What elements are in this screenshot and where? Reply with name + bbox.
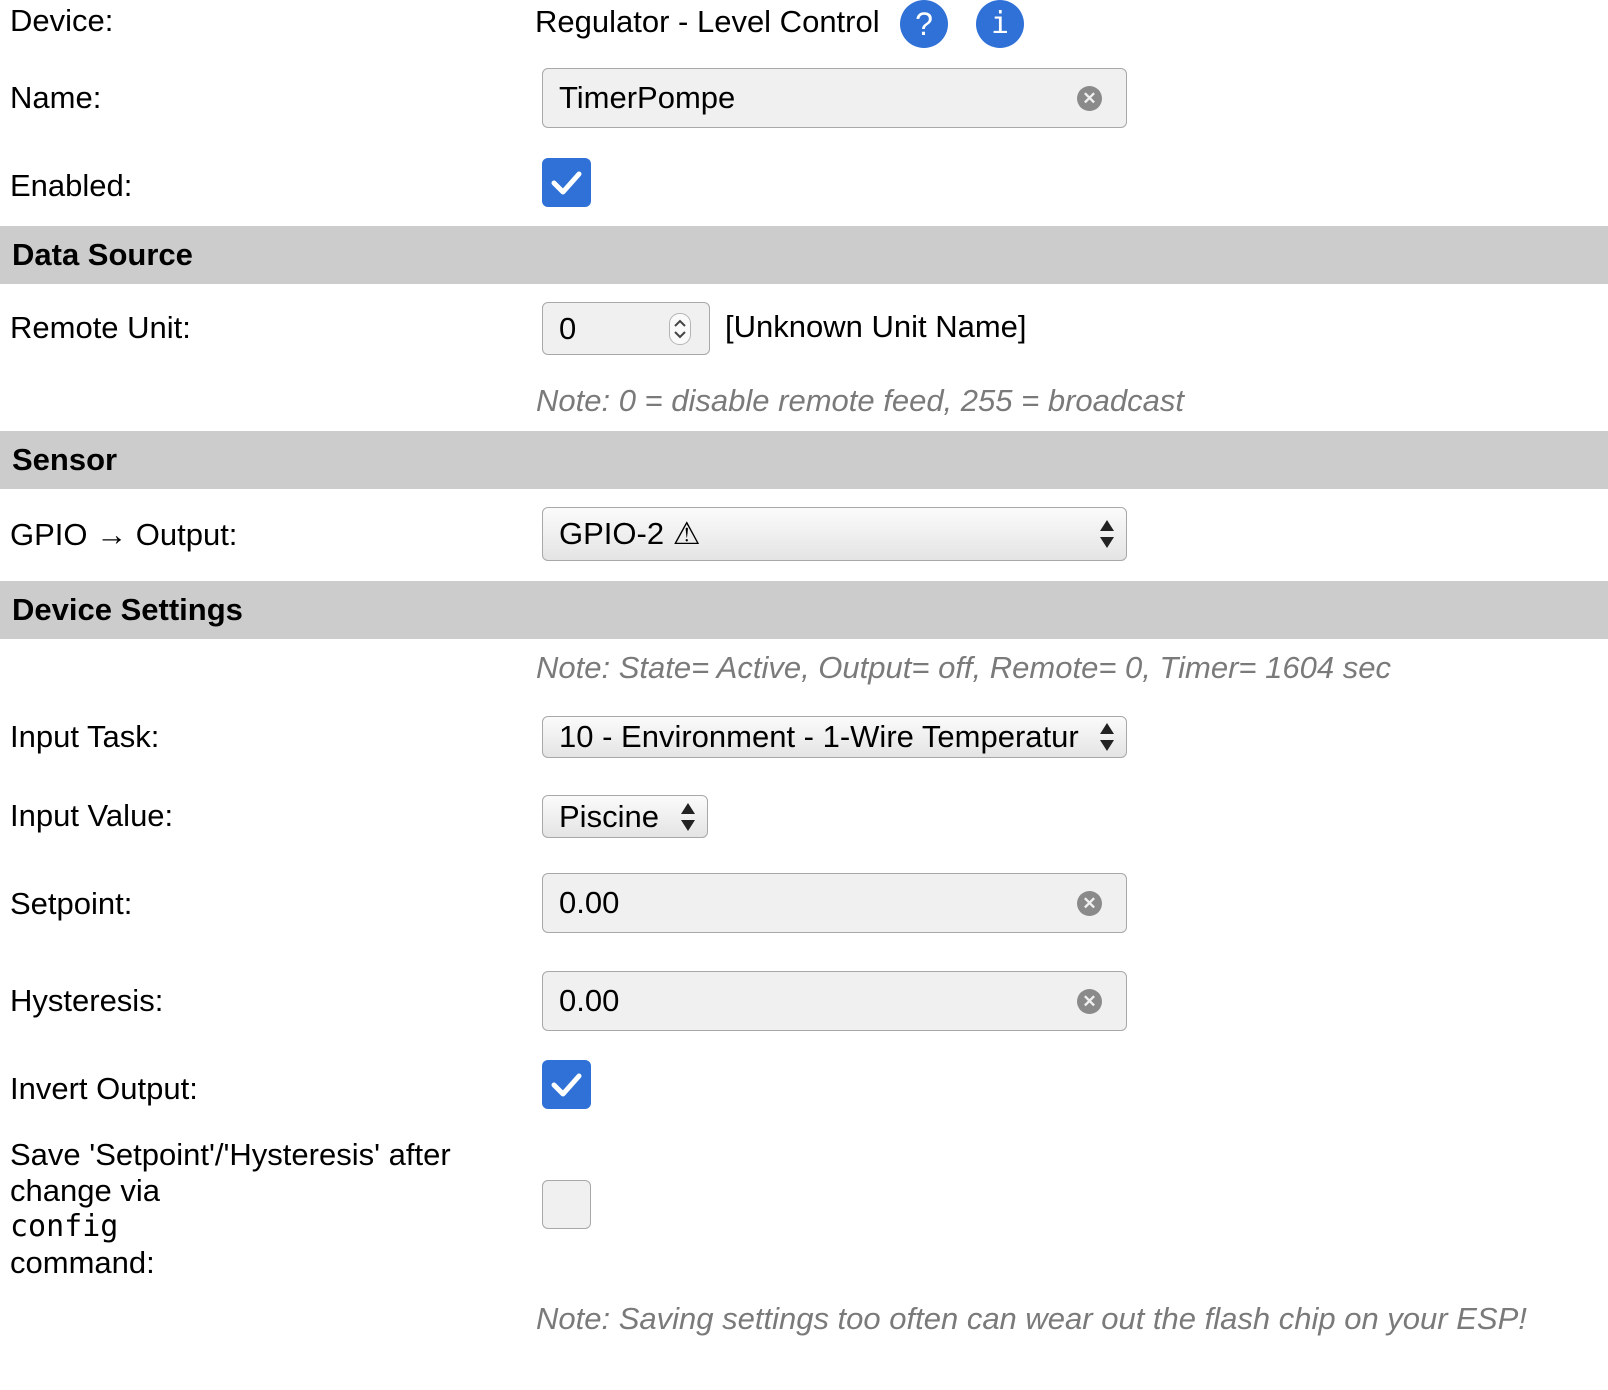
checkmark-icon xyxy=(551,171,582,195)
gpio-output-selected: GPIO-2 ⚠ xyxy=(559,516,701,551)
setpoint-value: 0.00 xyxy=(559,885,620,920)
flash-note: Note: Saving settings too often can wear… xyxy=(536,1301,1527,1336)
input-value-label: Input Value: xyxy=(10,798,174,833)
hysteresis-value: 0.00 xyxy=(559,983,620,1018)
gpio-output-label: GPIO → Output: xyxy=(10,517,238,552)
setpoint-label: Setpoint: xyxy=(10,886,133,921)
device-label: Device: xyxy=(10,3,114,38)
invert-output-label: Invert Output: xyxy=(10,1071,198,1106)
remote-unit-value: 0 xyxy=(559,311,577,346)
input-value-select[interactable]: Piscine xyxy=(542,795,708,838)
save-setting-checkbox[interactable] xyxy=(542,1180,591,1229)
question-icon[interactable]: ? xyxy=(900,0,948,48)
remote-unit-note: Note: 0 = disable remote feed, 255 = bro… xyxy=(536,383,1184,418)
save-setting-label-line2: change via xyxy=(10,1173,160,1208)
input-value-selected: Piscine xyxy=(559,799,659,834)
state-note: Note: State= Active, Output= off, Remote… xyxy=(536,650,1391,685)
device-type-value: Regulator - Level Control xyxy=(535,4,880,39)
clear-icon[interactable]: ✕ xyxy=(1077,989,1102,1014)
save-setting-label-line4: command: xyxy=(10,1245,155,1280)
select-arrows-icon xyxy=(1100,520,1114,548)
checkmark-icon xyxy=(551,1073,582,1097)
info-icon[interactable]: i xyxy=(976,0,1024,48)
clear-icon[interactable]: ✕ xyxy=(1077,86,1102,111)
section-device-settings: Device Settings xyxy=(0,581,1608,639)
invert-output-checkbox[interactable] xyxy=(542,1060,591,1109)
remote-unit-name: [Unknown Unit Name] xyxy=(725,309,1027,344)
enabled-checkbox[interactable] xyxy=(542,158,591,207)
section-sensor: Sensor xyxy=(0,431,1608,489)
save-setting-label: Save 'Setpoint'/'Hysteresis' after chang… xyxy=(10,1137,451,1281)
name-label: Name: xyxy=(10,80,102,115)
select-arrows-icon xyxy=(681,802,695,831)
remote-unit-label: Remote Unit: xyxy=(10,310,191,345)
enabled-label: Enabled: xyxy=(10,168,133,203)
spinner-arrows-icon[interactable] xyxy=(669,313,691,345)
save-setting-label-line1: Save 'Setpoint'/'Hysteresis' after xyxy=(10,1137,451,1172)
input-task-selected: 10 - Environment - 1-Wire Temperature xyxy=(559,719,1079,754)
hysteresis-input[interactable]: 0.00 ✕ xyxy=(542,971,1127,1031)
remote-unit-input[interactable]: 0 xyxy=(542,302,710,355)
input-task-select[interactable]: 10 - Environment - 1-Wire Temperature xyxy=(542,716,1127,758)
save-setting-label-code: config xyxy=(10,1209,119,1244)
section-data-source: Data Source xyxy=(0,226,1608,284)
hysteresis-label: Hysteresis: xyxy=(10,983,164,1018)
setpoint-input[interactable]: 0.00 ✕ xyxy=(542,873,1127,933)
gpio-output-select[interactable]: GPIO-2 ⚠ xyxy=(542,507,1127,561)
select-arrows-icon xyxy=(1100,723,1114,751)
name-input[interactable]: TimerPompe ✕ xyxy=(542,68,1127,128)
clear-icon[interactable]: ✕ xyxy=(1077,891,1102,916)
name-input-value: TimerPompe xyxy=(559,80,736,115)
input-task-label: Input Task: xyxy=(10,719,160,754)
